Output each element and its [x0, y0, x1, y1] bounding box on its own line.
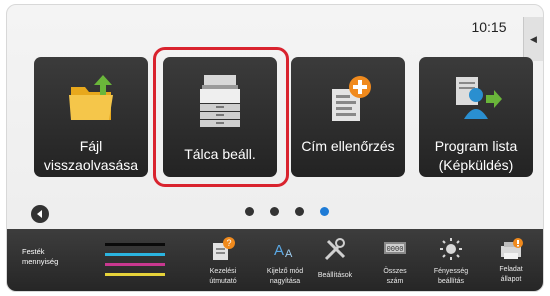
tile-label: Program lista (Képküldés)	[434, 138, 518, 173]
page-indicator	[245, 207, 329, 216]
control-panel-screen: 10:15 ◀ Fájl visszaolvasása Tálca beáll.…	[6, 4, 544, 292]
clock: 10:15	[471, 19, 507, 35]
arrow-left-icon	[37, 210, 42, 218]
button-label: Feladat állapot	[499, 266, 523, 283]
tile-label: Cím ellenőrzés	[301, 138, 395, 154]
settings-button[interactable]: Beállítások	[315, 229, 355, 291]
page-dot[interactable]	[270, 207, 279, 216]
tile-program-list[interactable]: Program lista (Képküldés)	[419, 57, 533, 177]
total-count-button[interactable]: 0000 Összes szám	[379, 229, 411, 291]
address-book-add-icon	[291, 73, 405, 125]
button-label: Összes szám	[383, 268, 407, 285]
side-panel-tab[interactable]: ◀	[523, 17, 543, 61]
total-count-icon: 0000	[379, 237, 411, 261]
page-dot[interactable]	[295, 207, 304, 216]
brightness-button[interactable]: Fényesség beállítás	[431, 229, 471, 291]
toner-label: Festék mennyiség	[22, 247, 59, 266]
tile-label: Fájl visszaolvasása	[43, 138, 139, 173]
job-status-icon	[493, 237, 529, 261]
manual-button[interactable]: ? Kezelési útmutató	[203, 229, 243, 291]
toner-level-black	[105, 243, 165, 246]
svg-text:A: A	[274, 242, 284, 259]
tile-address-check[interactable]: Cím ellenőrzés	[291, 57, 405, 177]
button-label: Fényesség beállítás	[433, 268, 469, 285]
toner-level-magenta	[105, 263, 165, 266]
tile-file-retrieve[interactable]: Fájl visszaolvasása	[34, 57, 148, 177]
scroll-left-button[interactable]	[31, 205, 49, 223]
brightness-icon	[431, 237, 471, 261]
settings-tools-icon	[315, 237, 355, 261]
svg-text:A: A	[285, 248, 293, 260]
svg-text:0000: 0000	[387, 246, 404, 254]
page-dot[interactable]	[245, 207, 254, 216]
button-label: Kijelző mód nagyítása	[266, 268, 304, 285]
display-zoom-icon: A A	[263, 237, 307, 261]
manual-help-icon: ?	[203, 237, 243, 261]
button-label: Beállítások	[317, 272, 353, 279]
svg-text:?: ?	[226, 238, 231, 248]
selection-highlight	[153, 47, 289, 187]
toner-level-yellow	[105, 273, 165, 276]
folder-upload-icon	[34, 73, 148, 125]
page-dot-active[interactable]	[320, 207, 329, 216]
bottom-bar: Festék mennyiség ? Kezelési útmutató A A…	[7, 229, 543, 291]
job-status-button[interactable]: Feladat állapot	[493, 229, 529, 291]
program-list-send-icon	[419, 73, 533, 125]
chevron-left-icon: ◀	[530, 33, 537, 44]
toner-level-cyan	[105, 253, 165, 256]
button-label: Kezelési útmutató	[209, 268, 237, 285]
display-zoom-button[interactable]: A A Kijelző mód nagyítása	[263, 229, 307, 291]
